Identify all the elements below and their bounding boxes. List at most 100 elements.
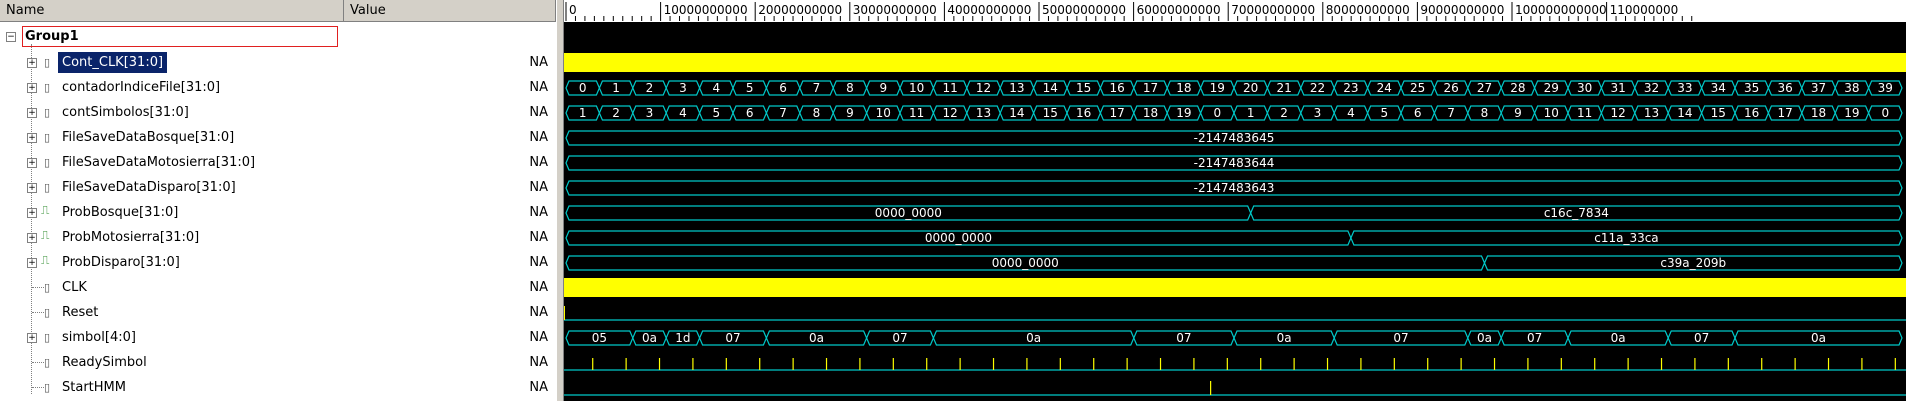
bit-signal-icon: ▯ xyxy=(44,381,51,394)
expand-icon[interactable]: + xyxy=(27,258,37,268)
signal-row[interactable]: + ⎍ ProbDisparo[31:0] NA xyxy=(0,250,556,275)
bus-signal-icon: ▯ xyxy=(44,181,51,194)
expand-icon[interactable]: + xyxy=(27,158,37,168)
signal-row[interactable]: + ▯ FileSaveDataDisparo[31:0] NA xyxy=(0,175,556,200)
signal-name: FileSaveDataBosque[31:0] xyxy=(62,130,235,145)
group-label[interactable]: Group1 xyxy=(22,26,338,47)
bus-signal-icon: ▯ xyxy=(44,81,51,94)
bus-signal-icon: ▯ xyxy=(44,56,51,69)
signal-name: simbol[4:0] xyxy=(62,330,136,345)
bus-value-label: 6 xyxy=(1414,106,1422,120)
analog-signal-icon: ⎍ xyxy=(41,228,50,242)
signal-name: ReadySimbol xyxy=(62,355,147,370)
tree-branch xyxy=(32,387,44,388)
bus-value-label: 8 xyxy=(846,81,854,95)
signal-value: NA xyxy=(529,55,548,70)
bus-value-label: -2147483645 xyxy=(1194,131,1275,145)
bus-value-label: 07 xyxy=(892,331,907,345)
expand-icon[interactable]: + xyxy=(27,183,37,193)
tree-branch xyxy=(32,312,44,313)
bus-value-label: 4 xyxy=(712,81,720,95)
bus-value-label: 2 xyxy=(646,81,654,95)
bus-value-label: 0a xyxy=(1811,331,1826,345)
bus-value-label: 12 xyxy=(976,81,991,95)
bus-value-label: 0a xyxy=(1277,331,1292,345)
bus-value-label: 19 xyxy=(1176,106,1191,120)
waveform-panel: 0 10000000000 20000000000 30000000000 400000… xyxy=(564,0,1906,401)
signal-name: FileSaveDataMotosierra[31:0] xyxy=(62,155,256,170)
bus-value-label: 1 xyxy=(612,81,620,95)
tree-branch xyxy=(32,362,44,363)
signal-row[interactable]: ▯ CLK NA xyxy=(0,275,556,300)
expand-icon[interactable]: + xyxy=(27,83,37,93)
bus-value-label: 11 xyxy=(942,81,957,95)
bus-value-label: 14 xyxy=(1043,81,1058,95)
bus-value-label: 05 xyxy=(592,331,607,345)
signal-name: contadorIndiceFile[31:0] xyxy=(62,80,221,95)
signal-row[interactable]: + ⎍ ProbBosque[31:0] NA xyxy=(0,200,556,225)
bus-value-label: 16 xyxy=(1109,81,1124,95)
bus-value-label: 39 xyxy=(1878,81,1893,95)
collapse-group-icon[interactable]: − xyxy=(6,32,16,42)
bus-value-label: 26 xyxy=(1443,81,1458,95)
bus-value-label: 5 xyxy=(1380,106,1388,120)
bus-value-label: 9 xyxy=(879,81,887,95)
bus-value-label: 11 xyxy=(1577,106,1592,120)
bit-signal-icon: ▯ xyxy=(44,281,51,294)
name-column-header[interactable]: Name xyxy=(0,0,344,22)
signal-row[interactable]: + ▯ FileSaveDataBosque[31:0] NA xyxy=(0,125,556,150)
expand-icon[interactable]: + xyxy=(27,208,37,218)
bus-value-label: 5 xyxy=(712,106,720,120)
name-header-label: Name xyxy=(6,3,45,18)
expand-icon[interactable]: + xyxy=(27,58,37,68)
expand-icon[interactable]: + xyxy=(27,333,37,343)
bus-value-label: 21 xyxy=(1276,81,1291,95)
signal-value: NA xyxy=(529,255,548,270)
bus-value-label: 13 xyxy=(1009,81,1024,95)
signal-name: contSimbolos[31:0] xyxy=(62,105,189,120)
signal-row[interactable]: ▯ StartHMM NA xyxy=(0,375,556,400)
signal-row[interactable]: + ▯ simbol[4:0] NA xyxy=(0,325,556,350)
bus-value-label: 0000_0000 xyxy=(875,206,942,220)
bus-value-label: 15 xyxy=(1043,106,1058,120)
signal-name: StartHMM xyxy=(62,380,126,395)
solid-wave xyxy=(564,278,1906,297)
bus-value-label: 0 xyxy=(1881,106,1889,120)
bus-value-label: 8 xyxy=(813,106,821,120)
signal-row[interactable]: + ▯ contadorIndiceFile[31:0] NA xyxy=(0,75,556,100)
waveform-traces: 0 1 2 3 4 5 6 7 8 9 10 11 12 13 14 15 16 17 18 19 20 21 22 23 24… xyxy=(564,24,1906,396)
panel-splitter[interactable] xyxy=(556,0,564,401)
signal-name: Reset xyxy=(62,305,99,320)
bus-value-label: 18 xyxy=(1143,106,1158,120)
expand-icon[interactable]: + xyxy=(27,233,37,243)
expand-icon[interactable]: + xyxy=(27,108,37,118)
bus-value-label: 1d xyxy=(675,331,690,345)
bus-value-label: 7 xyxy=(813,81,821,95)
signal-row[interactable]: + ▯ Cont_CLK[31:0] NA xyxy=(0,50,556,75)
bus-value-label: 18 xyxy=(1176,81,1191,95)
signal-row[interactable]: + ▯ contSimbolos[31:0] NA xyxy=(0,100,556,125)
bus-value-label: c16c_7834 xyxy=(1544,206,1609,220)
bus-value-label: 14 xyxy=(1009,106,1024,120)
bus-value-label: c39a_209b xyxy=(1660,256,1726,270)
signal-row[interactable]: ▯ Reset NA xyxy=(0,300,556,325)
signal-row[interactable]: + ⎍ ProbMotosierra[31:0] NA xyxy=(0,225,556,250)
tree-branch xyxy=(32,287,44,288)
bus-value-label: 29 xyxy=(1544,81,1559,95)
bus-value-label: 28 xyxy=(1510,81,1525,95)
expand-icon[interactable]: + xyxy=(27,133,37,143)
value-column-header[interactable]: Value xyxy=(344,0,556,22)
bus-value-label: 34 xyxy=(1711,81,1726,95)
bus-value-label: 10 xyxy=(876,106,891,120)
signal-row[interactable]: + ▯ FileSaveDataMotosierra[31:0] NA xyxy=(0,150,556,175)
bus-value-label: 17 xyxy=(1143,81,1158,95)
signal-value: NA xyxy=(529,180,548,195)
bus-value-label: 36 xyxy=(1777,81,1792,95)
bus-value-label: 31 xyxy=(1610,81,1625,95)
signal-name: ProbBosque[31:0] xyxy=(62,205,179,220)
bus-value-label: 0a xyxy=(1477,331,1492,345)
bus-value-label: 18 xyxy=(1811,106,1826,120)
bus-value-label: 27 xyxy=(1477,81,1492,95)
signal-row[interactable]: ▯ ReadySimbol NA xyxy=(0,350,556,375)
signal-value: NA xyxy=(529,130,548,145)
